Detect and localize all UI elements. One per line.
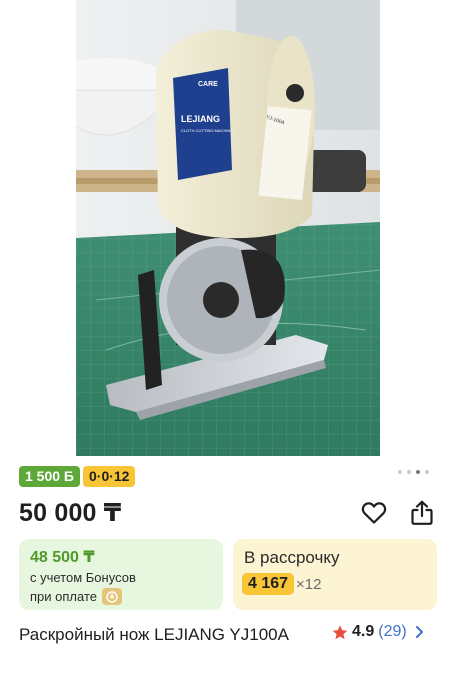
favorite-button[interactable]	[358, 497, 390, 529]
installment-badge: 0·0·12	[83, 466, 136, 487]
carousel-indicator	[398, 470, 429, 474]
installment-amount: 4 167	[242, 573, 295, 595]
installment-badge-label: 0·0·12	[89, 468, 130, 484]
product-price: 50 000 ₸	[19, 499, 122, 527]
bonus-note: с учетом Бонусов	[30, 570, 136, 585]
review-count[interactable]: (29)	[378, 623, 406, 641]
share-button[interactable]	[406, 497, 438, 529]
bonus-badge-label: 1 500 Б	[25, 468, 74, 484]
bonus-price-card[interactable]: 48 500 ₸ с учетом Бонусов при оплате	[19, 539, 223, 610]
label-care-text: CARE	[198, 81, 218, 88]
bonus-badge: 1 500 Б	[19, 466, 80, 487]
promo-badges: 1 500 Б 0·0·12	[19, 466, 136, 487]
installment-months: ×12	[296, 575, 322, 593]
share-icon	[411, 500, 433, 525]
chevron-right-icon	[415, 626, 423, 638]
star-icon	[332, 625, 348, 639]
label-brand-text: LEJIANG	[181, 114, 220, 124]
label-type-text: CLOTH CUTTING MACHINE	[181, 128, 233, 133]
rating-link[interactable]: 4.9 (29)	[332, 623, 424, 641]
product-title: Раскройный нож LEJIANG YJ100A	[19, 625, 289, 644]
carousel-dot-active	[416, 470, 420, 474]
payment-note-label: при оплате	[30, 589, 97, 604]
heart-icon	[361, 502, 387, 524]
installment-card[interactable]: В рассрочку 4 167 ×12	[233, 539, 437, 610]
bonus-price: 48 500 ₸	[30, 549, 95, 566]
payment-note: при оплате	[30, 588, 122, 605]
product-photo-illustration: CARE LEJIANG CLOTH CUTTING MACHINE YJ-10…	[76, 0, 380, 456]
installment-title: В рассрочку	[244, 548, 340, 567]
rating-value: 4.9	[352, 623, 375, 640]
carousel-dot	[407, 470, 411, 474]
wallet-icon	[101, 588, 122, 605]
product-image[interactable]: CARE LEJIANG CLOTH CUTTING MACHINE YJ-10…	[76, 0, 380, 456]
installment-row: 4 167 ×12	[242, 573, 322, 595]
carousel-dot	[398, 470, 402, 474]
carousel-dot	[425, 470, 429, 474]
